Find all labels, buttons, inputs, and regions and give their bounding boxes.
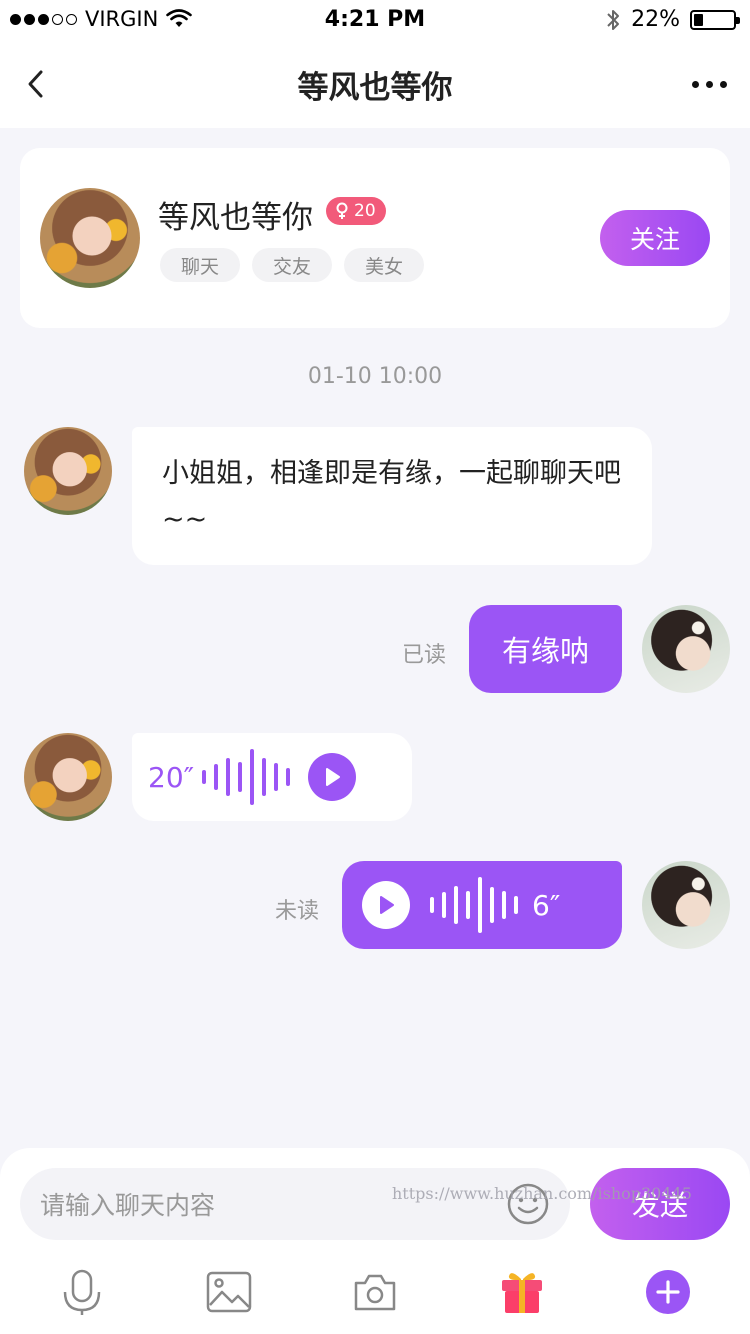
tag[interactable]: 聊天 [160,248,240,282]
level-value: 20 [354,201,376,221]
my-avatar[interactable] [642,605,730,693]
chat-timestamp: 01-10 10:00 [307,364,443,389]
battery-icon [690,9,740,30]
gift-button[interactable] [498,1268,546,1316]
read-status: 已读 [402,643,447,668]
sound-wave-icon [202,747,291,807]
tag[interactable]: 美女 [344,248,424,282]
play-button[interactable] [308,753,357,801]
emoji-icon[interactable] [506,1182,550,1226]
more-dots-icon [691,80,699,88]
sound-wave-icon [430,875,518,935]
nav-bar: 等风也等你 [0,40,750,128]
image-icon [206,1271,252,1313]
play-button[interactable] [362,881,410,929]
level-badge: 20 [326,197,386,225]
incoming-voice-message[interactable]: 20″ [132,733,412,821]
send-button[interactable]: 发送 [590,1168,730,1240]
battery-percent: 22% [631,7,680,32]
status-right: 22% [605,7,740,32]
profile-name: 等风也等你 [158,200,313,236]
sender-avatar[interactable] [24,427,112,515]
my-avatar[interactable] [642,861,730,949]
sender-avatar[interactable] [24,733,112,821]
more-functions-button[interactable] [644,1268,692,1316]
play-icon [326,768,341,786]
camera-icon [354,1274,396,1311]
outgoing-text-message[interactable]: 有缘呐 [469,605,622,693]
input-panel: 请输入聊天内容 发送 https://www.huzhan.com/ishop3… [0,1148,750,1334]
voice-input-button[interactable] [58,1268,106,1316]
outgoing-voice-message[interactable]: 6″ [342,861,622,949]
unread-status: 未读 [275,899,320,924]
voice-duration: 6″ [532,888,561,922]
tag[interactable]: 交友 [252,248,332,282]
profile-avatar[interactable] [40,188,140,288]
message-input[interactable]: 请输入聊天内容 [20,1168,570,1240]
voice-duration: 20″ [148,760,195,794]
female-icon [336,202,348,219]
microphone-icon [63,1269,101,1315]
bluetooth-icon [607,9,620,30]
tag-list: 聊天 交友 美女 [160,248,424,282]
more-button[interactable] [686,62,732,106]
follow-button[interactable]: 关注 [600,210,710,266]
status-bar: VIRGIN 4:21 PM 22% [0,0,750,40]
page-title: 等风也等你 [297,70,453,106]
profile-card: 等风也等你 20 聊天 交友 美女 关注 [20,148,730,328]
play-icon [380,896,394,914]
plus-icon [646,1270,690,1314]
photo-album-button[interactable] [205,1268,253,1316]
incoming-text-message[interactable]: 小姐姐，相逢即是有缘，一起聊聊天吧~~ [132,427,652,565]
gift-icon [502,1273,542,1313]
camera-button[interactable] [351,1268,399,1316]
